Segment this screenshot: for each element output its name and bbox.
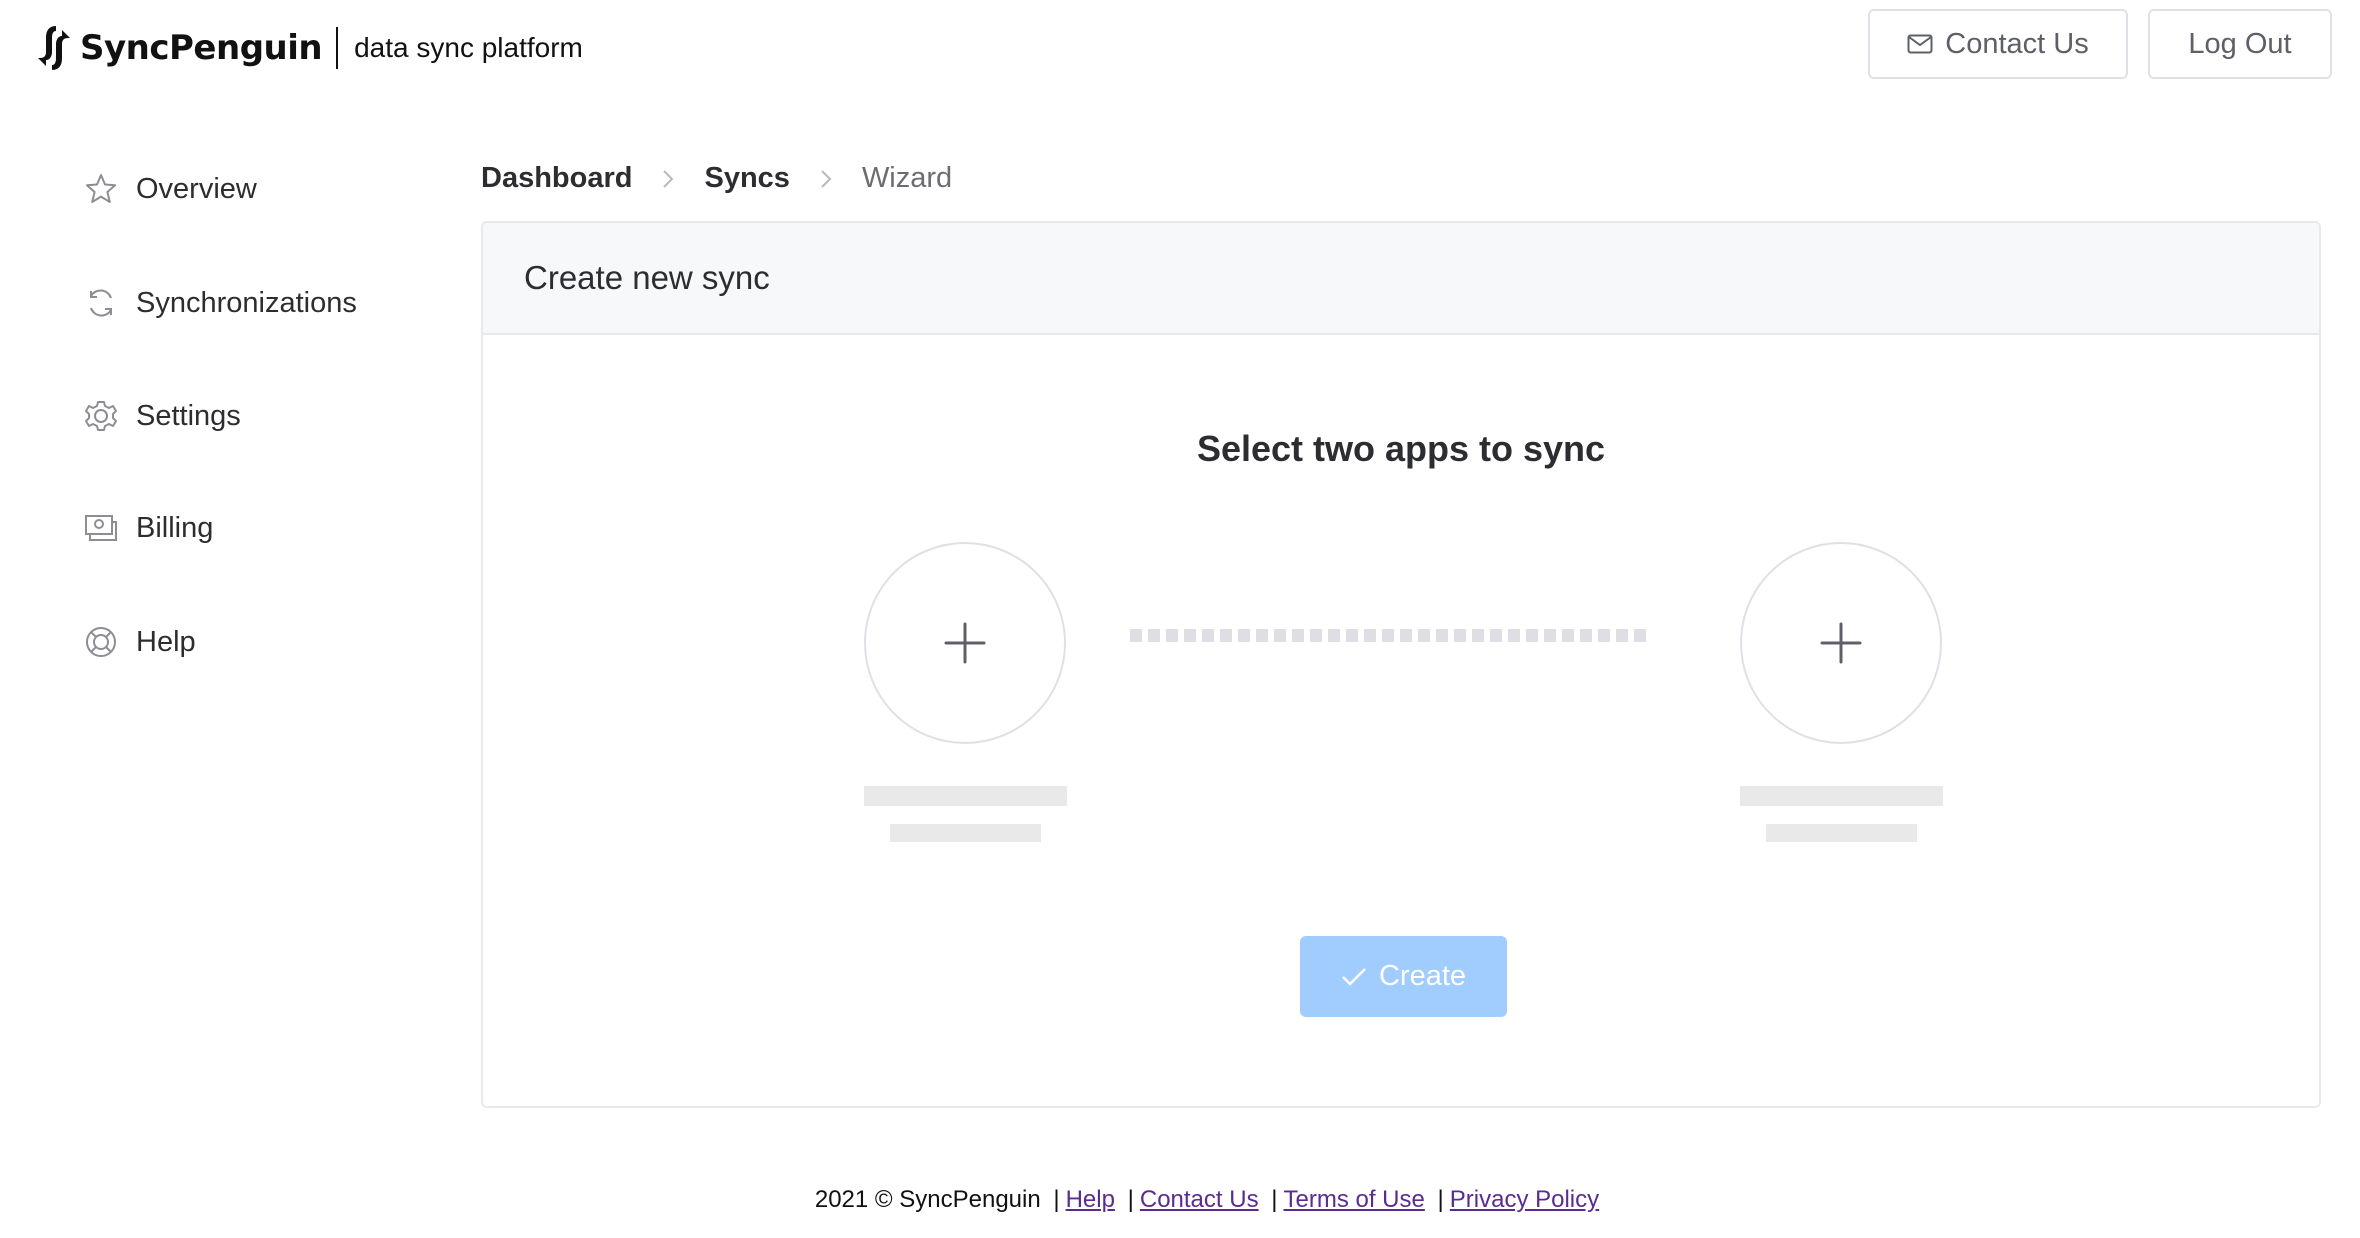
connector-dot bbox=[1328, 629, 1340, 642]
sidebar-item-settings[interactable]: Settings bbox=[84, 391, 424, 441]
brand-logo[interactable]: SyncPenguin data sync platform bbox=[34, 22, 583, 74]
sidebar-item-label: Overview bbox=[136, 172, 257, 205]
sidebar-item-label: Billing bbox=[136, 511, 214, 544]
chevron-right-icon bbox=[663, 169, 674, 188]
footer-separator: | bbox=[1127, 1186, 1134, 1213]
mail-icon bbox=[1907, 34, 1933, 54]
contact-us-button[interactable]: Contact Us bbox=[1868, 9, 2128, 79]
sync-icon bbox=[90, 289, 112, 317]
sidebar-item-help[interactable]: Help bbox=[84, 617, 424, 667]
connector-dot bbox=[1544, 629, 1556, 642]
billing-icon bbox=[85, 515, 117, 541]
connector-dot bbox=[1166, 629, 1178, 642]
card-header: Create new sync bbox=[483, 223, 2319, 335]
connector-dot bbox=[1364, 629, 1376, 642]
app-subtitle-placeholder bbox=[1765, 824, 1917, 842]
source-app-slot bbox=[863, 542, 1067, 842]
plus-icon bbox=[1820, 622, 1862, 664]
connector-dot bbox=[1580, 629, 1592, 642]
add-source-app-button[interactable] bbox=[864, 542, 1066, 744]
target-app-slot bbox=[1739, 542, 1943, 842]
sidebar-item-overview[interactable]: Overview bbox=[84, 164, 424, 214]
brand-name: SyncPenguin bbox=[80, 28, 323, 68]
footer-separator: | bbox=[1437, 1186, 1444, 1213]
app-subtitle-placeholder bbox=[889, 824, 1041, 842]
breadcrumb-syncs[interactable]: Syncs bbox=[704, 162, 789, 195]
select-apps-heading: Select two apps to sync bbox=[1196, 428, 1606, 469]
sidebar-item-label: Settings bbox=[136, 399, 241, 432]
log-out-button[interactable]: Log Out bbox=[2148, 9, 2332, 79]
breadcrumb-dashboard[interactable]: Dashboard bbox=[481, 162, 632, 195]
connector-dot bbox=[1202, 629, 1214, 642]
app-name-placeholder bbox=[863, 786, 1067, 806]
connector-dot bbox=[1508, 629, 1520, 642]
card-title: Create new sync bbox=[524, 259, 770, 296]
footer-separator: | bbox=[1271, 1186, 1278, 1213]
sidebar-item-label: Help bbox=[136, 625, 196, 658]
plus-icon bbox=[944, 622, 986, 664]
footer-separator: | bbox=[1053, 1186, 1060, 1213]
connector-dot bbox=[1292, 629, 1304, 642]
connector-dot bbox=[1598, 629, 1610, 642]
create-button[interactable]: Create bbox=[1300, 936, 1507, 1017]
breadcrumb: Dashboard Syncs Wizard bbox=[481, 162, 952, 195]
check-icon bbox=[1342, 967, 1366, 986]
connector-dot bbox=[1238, 629, 1250, 642]
connector-dot bbox=[1130, 629, 1142, 642]
sidebar-item-label: Synchronizations bbox=[136, 286, 357, 319]
create-sync-card: Create new sync Select two apps to sync … bbox=[481, 221, 2321, 1108]
breadcrumb-wizard: Wizard bbox=[861, 162, 953, 194]
chevron-right-icon bbox=[821, 169, 832, 188]
sidebar-item-synchronizations[interactable]: Synchronizations bbox=[84, 278, 424, 328]
sync-arrows-logo-icon bbox=[38, 26, 70, 70]
log-out-label: Log Out bbox=[2188, 27, 2292, 60]
connector-dot bbox=[1220, 629, 1232, 642]
connector-dot bbox=[1634, 629, 1646, 642]
connector-dot bbox=[1310, 629, 1322, 642]
connector-dot bbox=[1148, 629, 1160, 642]
connector-dot bbox=[1400, 629, 1412, 642]
connector-dot bbox=[1436, 629, 1448, 642]
contact-us-label: Contact Us bbox=[1945, 27, 2089, 60]
connector-dot bbox=[1472, 629, 1484, 642]
logo-divider bbox=[336, 27, 339, 69]
brand-tagline: data sync platform bbox=[354, 32, 583, 63]
connector-dot bbox=[1526, 629, 1538, 642]
connector-dot bbox=[1382, 629, 1394, 642]
connector-dot bbox=[1346, 629, 1358, 642]
app-name-placeholder bbox=[1739, 786, 1943, 806]
footer-link-help[interactable]: Help bbox=[1066, 1186, 1115, 1213]
connector-dot bbox=[1274, 629, 1286, 642]
footer-link-contact-us[interactable]: Contact Us bbox=[1140, 1186, 1259, 1213]
gear-icon bbox=[85, 401, 117, 431]
create-label: Create bbox=[1378, 960, 1467, 992]
connector-dot bbox=[1184, 629, 1196, 642]
footer: 2021 © SyncPenguin | Help | Contact Us | Te… bbox=[0, 1186, 2360, 1214]
footer-link-terms-of-use[interactable]: Terms of Use bbox=[1283, 1186, 1424, 1213]
footer-copyright: 2021 © SyncPenguin bbox=[814, 1186, 1041, 1213]
connector-dot bbox=[1418, 629, 1430, 642]
connector-dot bbox=[1454, 629, 1466, 642]
add-target-app-button[interactable] bbox=[1740, 542, 1942, 744]
sidebar-item-billing[interactable]: Billing bbox=[84, 503, 424, 553]
footer-link-privacy-policy[interactable]: Privacy Policy bbox=[1450, 1186, 1599, 1213]
connector-dot bbox=[1490, 629, 1502, 642]
star-icon bbox=[86, 174, 116, 203]
connection-dotted-line bbox=[1130, 629, 1650, 642]
connector-dot bbox=[1616, 629, 1628, 642]
connector-dot bbox=[1562, 629, 1574, 642]
lifebuoy-icon bbox=[86, 627, 116, 657]
connector-dot bbox=[1256, 629, 1268, 642]
